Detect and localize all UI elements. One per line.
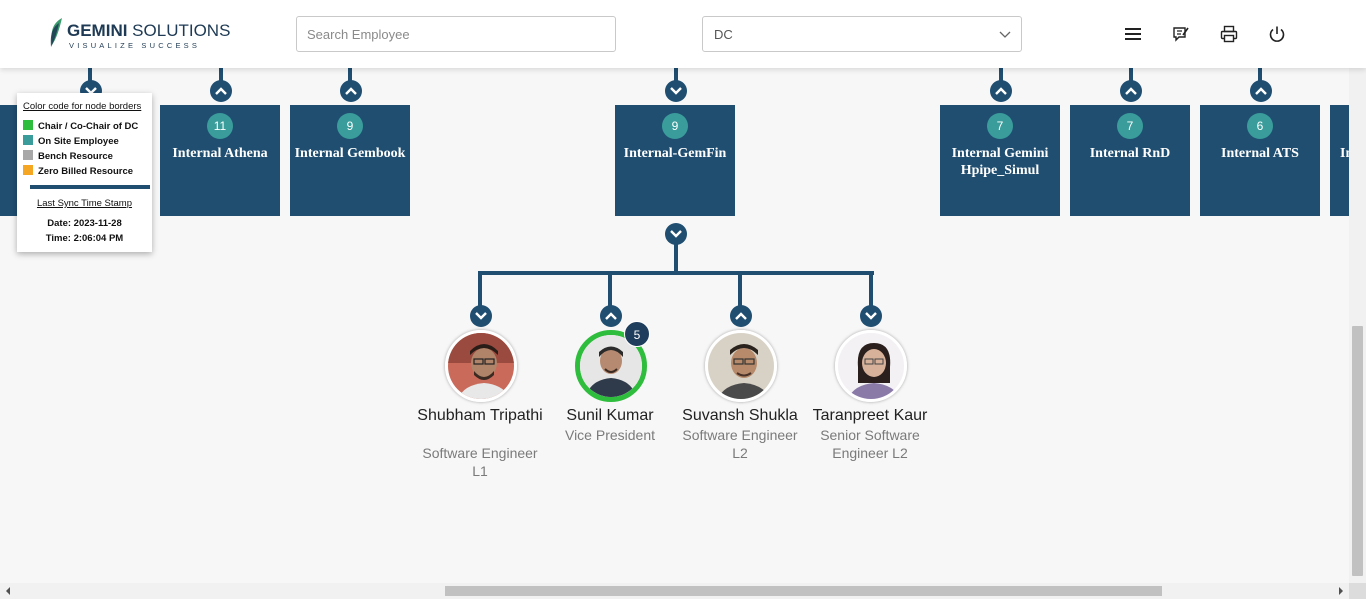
node-title: Internal Gemini Hpipe_Simul: [951, 146, 1049, 178]
sync-time: Time: 2:06:04 PM: [45, 233, 124, 244]
scrollbar-corner: [1349, 583, 1366, 599]
node-count-badge: 7: [987, 113, 1013, 139]
print-icon[interactable]: [1220, 25, 1238, 43]
feedback-icon[interactable]: [1172, 25, 1190, 43]
connector-line: [478, 271, 482, 309]
app-header: GEMINI SOLUTIONS VISUALIZE SUCCESS DC: [0, 0, 1366, 68]
org-node-internal-rnd[interactable]: 7 Internal RnD: [1070, 105, 1190, 216]
node-title: Internal Gembook: [294, 146, 406, 161]
legend-item: On Site Employee: [23, 135, 119, 147]
chevron-down-icon: [475, 312, 487, 320]
employee-role: Senior Software Engineer L2: [820, 427, 920, 461]
node-title: Internal ATS: [1221, 146, 1299, 161]
connector-line: [674, 244, 678, 274]
scroll-right-icon[interactable]: [1336, 583, 1346, 599]
legend-title: Color code for node borders: [23, 101, 142, 112]
person-photo-icon: [708, 333, 774, 399]
legend-item: Chair / Co-Chair of DC: [23, 120, 138, 132]
node-count-badge: 9: [662, 113, 688, 139]
collapse-toggle[interactable]: [665, 223, 687, 245]
sync-title: Last Sync Time Stamp: [36, 198, 133, 209]
avatar: [705, 330, 777, 402]
legend-item: Zero Billed Resource: [23, 165, 133, 177]
employee-name: Suvansh Shukla: [682, 407, 798, 424]
color-swatch: [23, 150, 33, 160]
collapse-toggle[interactable]: [860, 305, 882, 327]
color-swatch: [23, 120, 33, 130]
legend-item: Bench Resource: [23, 150, 113, 162]
node-title: In: [1340, 146, 1349, 161]
node-count-badge: 7: [1117, 113, 1143, 139]
chevron-down-icon: [670, 87, 682, 95]
org-node-internal-gemfin[interactable]: 9 Internal-GemFin: [615, 105, 735, 216]
person-photo-icon: [838, 333, 904, 399]
org-node-internal-gemini-hpipe[interactable]: 7 Internal Gemini Hpipe_Simul: [940, 105, 1060, 216]
legend-divider: [30, 185, 150, 189]
report-count-badge: 5: [624, 321, 650, 347]
connector-line: [738, 271, 742, 309]
connector-line: [869, 271, 873, 309]
org-node-internal-athena[interactable]: 11 Internal Athena: [160, 105, 280, 216]
menu-icon[interactable]: [1124, 25, 1142, 43]
expand-toggle[interactable]: [600, 305, 622, 327]
collapse-toggle[interactable]: [470, 305, 492, 327]
logo-tagline: VISUALIZE SUCCESS: [69, 41, 201, 50]
employee-role: Software Engineer L2: [682, 427, 798, 461]
sync-date: Date: 2023-11-28: [47, 218, 122, 229]
scroll-left-icon[interactable]: [3, 583, 13, 599]
employee-name: Sunil Kumar: [566, 407, 654, 424]
node-count-badge: 6: [1247, 113, 1273, 139]
org-node-internal-ats[interactable]: 6 Internal ATS: [1200, 105, 1320, 216]
chevron-up-icon: [995, 87, 1007, 95]
node-title: Internal Athena: [172, 146, 268, 161]
expand-toggle[interactable]: [210, 80, 232, 102]
node-title: Internal RnD: [1089, 146, 1171, 161]
color-swatch: [23, 165, 33, 175]
expand-toggle[interactable]: [990, 80, 1012, 102]
chevron-down-icon: [865, 312, 877, 320]
node-count-badge: 11: [207, 113, 233, 139]
avatar: [835, 330, 907, 402]
chevron-up-icon: [1255, 87, 1267, 95]
chevron-up-icon: [345, 87, 357, 95]
chevron-up-icon: [1125, 87, 1137, 95]
unit-select-value: DC: [714, 27, 733, 42]
legend-panel: Color code for node borders Chair / Co-C…: [17, 93, 152, 252]
unit-select[interactable]: DC: [702, 16, 1022, 52]
company-logo[interactable]: GEMINI SOLUTIONS VISUALIZE SUCCESS: [47, 16, 230, 52]
logo-wordmark: GEMINI SOLUTIONS: [67, 21, 231, 40]
org-node-internal-gembook[interactable]: 9 Internal Gembook: [290, 105, 410, 216]
leaf-logo-icon: [50, 18, 62, 47]
vertical-scroll-thumb[interactable]: [1352, 326, 1363, 576]
chevron-up-icon: [215, 87, 227, 95]
chevron-up-icon: [605, 312, 617, 320]
employee-role: Software Engineer L1: [422, 445, 538, 479]
employee-name: Taranpreet Kaur: [812, 407, 928, 424]
connector-line: [608, 271, 612, 309]
person-photo-icon: [448, 333, 514, 399]
org-node-partial[interactable]: In: [1330, 105, 1349, 216]
connector-line: [478, 271, 874, 275]
chevron-up-icon: [735, 312, 747, 320]
chevron-down-icon: [670, 230, 682, 238]
employee-role: Vice President: [564, 427, 655, 443]
collapse-toggle[interactable]: [665, 80, 687, 102]
node-count-badge: 9: [337, 113, 363, 139]
chevron-down-icon: [999, 31, 1011, 38]
expand-toggle[interactable]: [730, 305, 752, 327]
expand-toggle[interactable]: [1250, 80, 1272, 102]
avatar: [445, 330, 517, 402]
color-swatch: [23, 135, 33, 145]
node-title: Internal-GemFin: [623, 146, 727, 161]
search-input[interactable]: [296, 16, 616, 52]
employee-name: Shubham Tripathi: [417, 407, 543, 424]
power-icon[interactable]: [1268, 25, 1286, 43]
expand-toggle[interactable]: [1120, 80, 1142, 102]
expand-toggle[interactable]: [340, 80, 362, 102]
horizontal-scroll-thumb[interactable]: [445, 586, 1162, 596]
vertical-scrollbar[interactable]: [1349, 68, 1366, 583]
horizontal-scrollbar[interactable]: [0, 583, 1349, 599]
